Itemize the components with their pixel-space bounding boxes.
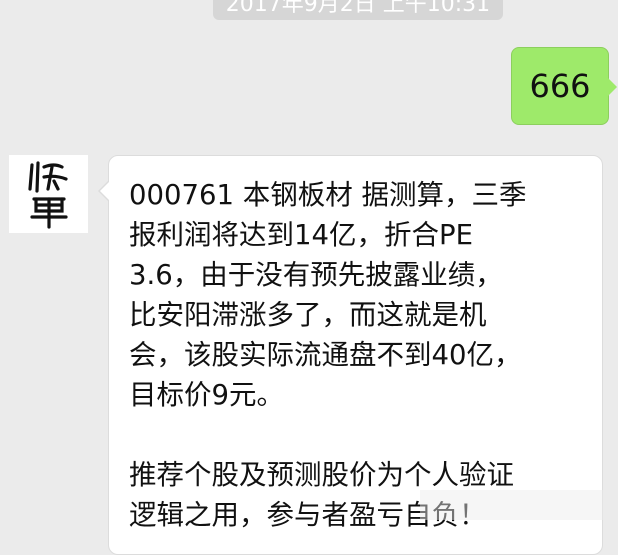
sent-message-bubble[interactable]: 666: [511, 47, 617, 125]
watermark-overlay: [420, 490, 610, 520]
message-line: 会，该股实际流通盘不到40亿，: [129, 339, 522, 371]
sender-avatar[interactable]: [9, 155, 88, 233]
message-line: 报利润将达到14亿，折合PE: [129, 219, 473, 251]
message-line: 目标价9元。: [129, 379, 284, 411]
message-line: 比安阳滞涨多了，而这就是机: [129, 299, 487, 331]
message-timestamp: 2017年9月2日 上午10:31: [213, 0, 503, 20]
message-line: 推荐个股及预测股价为个人验证: [129, 459, 514, 491]
calligraphy-avatar-logo: [27, 161, 68, 229]
message-line: 3.6，由于没有预先披露业绩，: [129, 259, 503, 291]
sent-message-text: 666: [529, 67, 591, 105]
message-line: 000761 本钢板材 据测算，三季: [129, 179, 527, 211]
